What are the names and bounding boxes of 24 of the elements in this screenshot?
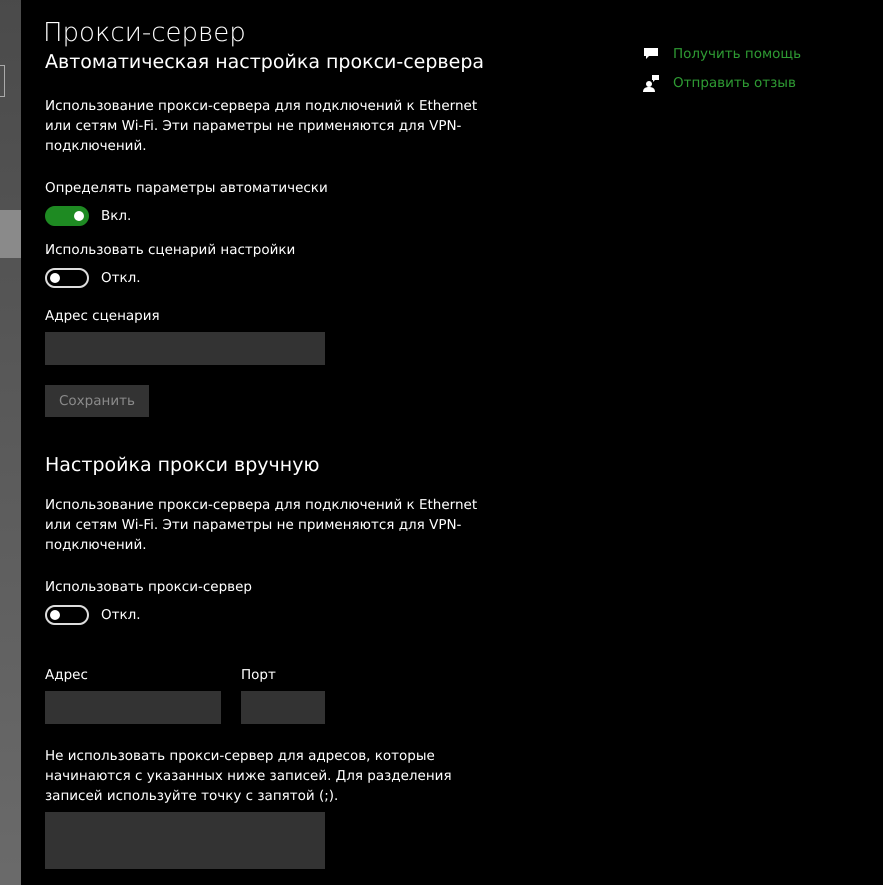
related-link[interactable]: Получить помощь (643, 46, 802, 62)
toggle-label: Определять параметры автоматически (45, 179, 328, 198)
related-link[interactable]: Отправить отзыв (643, 74, 802, 92)
field-label: Не использовать прокси-сервер для адресов, которые начинаются с указанных ниже записей. Для разделения записей используйте точку с запятой (;). (45, 747, 453, 806)
section-heading: Настройка прокси вручную (45, 453, 320, 478)
toggle-label: Использовать сценарий настройки (45, 241, 296, 260)
section-description: Использование прокси-сервера для подключений к Ethernet или сетям Wi-Fi. Эти параметры не применяются для VPN-подключений. (45, 97, 478, 156)
toggle-state-label: Вкл. (101, 208, 132, 224)
toggle-label: Использовать прокси-сервер (45, 578, 252, 597)
input-field[interactable] (241, 691, 325, 724)
person-chat-icon (643, 74, 659, 92)
field-label: Адрес (45, 666, 89, 685)
field-label: Адрес сценария (45, 307, 160, 326)
section-description: Использование прокси-сервера для подключений к Ethernet или сетям Wi-Fi. Эти параметры не применяются для VPN-подключений. (45, 496, 478, 555)
input-field[interactable] (45, 812, 325, 869)
chat-icon (643, 47, 659, 61)
input-field[interactable] (45, 332, 325, 365)
section-heading: Автоматическая настройка прокси-сервера (45, 50, 484, 75)
toggle-state-label: Откл. (101, 270, 141, 286)
toggle-switch[interactable] (45, 206, 89, 226)
input-field[interactable] (45, 691, 221, 724)
field-label: Порт (241, 666, 277, 685)
page-title: Прокси-сервер (43, 17, 246, 50)
toggle-state-label: Откл. (101, 607, 141, 623)
